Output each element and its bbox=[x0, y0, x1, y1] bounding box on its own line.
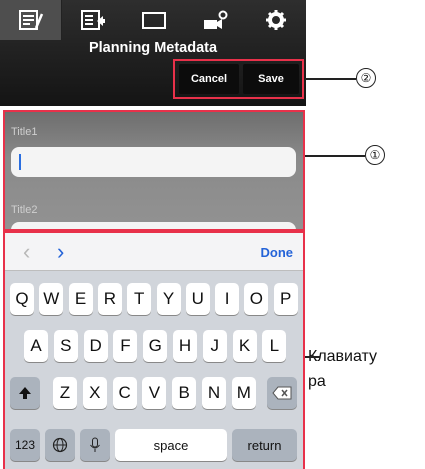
title2-input[interactable] bbox=[11, 222, 296, 229]
keyboard: ‹ › Done 123 space return QWERTYUIOP ASDF… bbox=[5, 233, 303, 469]
title1-label: Title1 bbox=[11, 126, 38, 138]
key-s[interactable]: S bbox=[53, 330, 78, 362]
key-e[interactable]: E bbox=[68, 283, 93, 315]
keyboard-caption-line2: ра bbox=[308, 373, 326, 390]
cancel-button[interactable]: Cancel bbox=[179, 64, 239, 94]
keyboard-caption-line bbox=[305, 356, 320, 358]
microphone-icon bbox=[90, 437, 100, 452]
tab-planning-metadata[interactable] bbox=[0, 0, 62, 40]
list-export-icon bbox=[80, 10, 105, 30]
key-h[interactable]: H bbox=[173, 330, 197, 362]
key-o[interactable]: O bbox=[244, 283, 269, 315]
key-d[interactable]: D bbox=[83, 330, 108, 362]
key-z[interactable]: Z bbox=[53, 377, 77, 409]
key-x[interactable]: X bbox=[82, 377, 107, 409]
metadata-form: Title1 Title2 bbox=[5, 112, 303, 229]
key-u[interactable]: U bbox=[185, 283, 210, 315]
callout-1: ① bbox=[365, 145, 385, 165]
numbers-key[interactable]: 123 bbox=[10, 429, 40, 461]
key-l[interactable]: L bbox=[262, 330, 287, 362]
tab-camera-settings[interactable] bbox=[184, 0, 245, 40]
key-c[interactable]: C bbox=[112, 377, 137, 409]
camera-settings-icon bbox=[203, 10, 227, 29]
shift-key[interactable] bbox=[10, 377, 40, 409]
key-n[interactable]: N bbox=[202, 377, 226, 409]
screen: Planning Metadata Cancel Save ② Title1 T… bbox=[0, 0, 425, 469]
done-button[interactable]: Done bbox=[261, 245, 294, 260]
key-f[interactable]: F bbox=[113, 330, 138, 362]
key-q[interactable]: Q bbox=[10, 283, 34, 315]
rectangle-icon bbox=[141, 12, 166, 29]
title2-label: Title2 bbox=[11, 204, 38, 216]
key-j[interactable]: J bbox=[202, 330, 227, 362]
space-key[interactable]: space bbox=[115, 429, 227, 461]
key-t[interactable]: T bbox=[127, 283, 152, 315]
gear-icon bbox=[265, 10, 286, 30]
callout-1-line bbox=[305, 155, 365, 157]
text-caret bbox=[19, 154, 21, 170]
tab-bar bbox=[0, 0, 306, 40]
backspace-icon bbox=[272, 386, 292, 400]
backspace-key[interactable] bbox=[267, 377, 297, 409]
callout-2: ② bbox=[356, 68, 376, 88]
key-b[interactable]: B bbox=[172, 377, 197, 409]
keyboard-caption: Клавиату ра bbox=[308, 344, 377, 394]
save-button[interactable]: Save bbox=[243, 64, 299, 94]
key-y[interactable]: Y bbox=[156, 283, 181, 315]
keyboard-accessory-bar: ‹ › Done bbox=[5, 233, 303, 271]
key-m[interactable]: M bbox=[231, 377, 256, 409]
dictation-key[interactable] bbox=[80, 429, 110, 461]
key-p[interactable]: P bbox=[273, 283, 298, 315]
return-key[interactable]: return bbox=[232, 429, 297, 461]
key-k[interactable]: K bbox=[232, 330, 257, 362]
key-g[interactable]: G bbox=[143, 330, 168, 362]
previous-field-icon[interactable]: ‹ bbox=[23, 239, 30, 265]
page-title: Planning Metadata bbox=[88, 40, 218, 56]
tab-settings[interactable] bbox=[245, 0, 306, 40]
globe-key[interactable] bbox=[45, 429, 75, 461]
title1-input[interactable] bbox=[11, 147, 296, 177]
list-edit-icon bbox=[18, 10, 43, 30]
key-a[interactable]: A bbox=[24, 330, 48, 362]
key-w[interactable]: W bbox=[39, 283, 64, 315]
callout-2-line bbox=[305, 78, 356, 80]
tab-view[interactable] bbox=[123, 0, 184, 40]
next-field-icon[interactable]: › bbox=[57, 239, 64, 265]
globe-icon bbox=[52, 437, 68, 453]
key-r[interactable]: R bbox=[97, 283, 122, 315]
tab-clip-metadata[interactable] bbox=[62, 0, 123, 40]
key-i[interactable]: I bbox=[215, 283, 240, 315]
key-v[interactable]: V bbox=[142, 377, 167, 409]
shift-arrow-icon bbox=[19, 387, 31, 399]
